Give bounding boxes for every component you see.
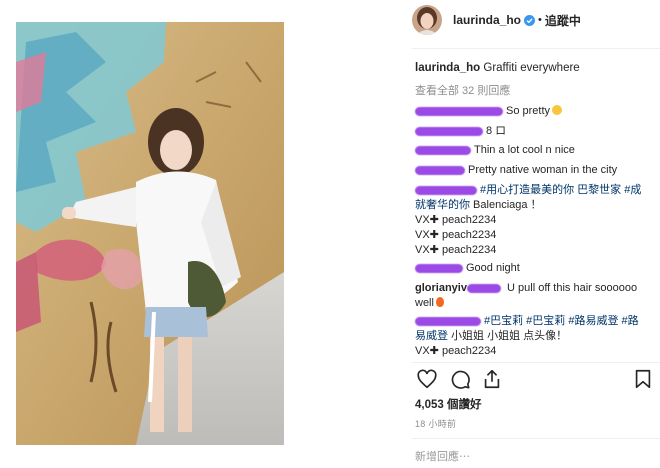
heart-icon[interactable] — [416, 368, 438, 390]
redacted-username — [466, 283, 501, 293]
avatar[interactable] — [412, 5, 442, 35]
like-count[interactable]: 4,053 個讚好 — [415, 396, 481, 412]
comment-hashtags[interactable]: #巴宝莉 #巴宝莉 #路易威登 #路 — [484, 315, 639, 327]
add-comment-input[interactable]: 新增回應⋯ — [415, 448, 470, 464]
bookmark-icon[interactable] — [632, 368, 654, 390]
divider — [412, 362, 660, 363]
comment: Good night — [415, 261, 655, 276]
comment: Thin a lot cool n nice — [415, 143, 655, 158]
redacted-username — [415, 126, 483, 136]
comment-line: VX✚ peach2234 — [415, 229, 497, 241]
post-photo[interactable] — [16, 22, 284, 445]
redacted-username — [415, 185, 477, 195]
action-bar — [414, 368, 660, 392]
verified-badge-icon — [524, 14, 536, 26]
caption: laurinda_ho Graffiti everywhere — [415, 62, 580, 74]
comment: So pretty — [415, 104, 655, 119]
post-header: laurinda_ho • 追蹤中 — [412, 3, 660, 37]
separator-dot: • — [538, 14, 542, 26]
caption-username[interactable]: laurinda_ho — [415, 62, 480, 74]
comment-text: Balenciaga ！ — [470, 199, 542, 211]
comment: #用心打造最美的你 巴黎世家 #成 就奢华的你 Balenciaga ！ VX✚… — [415, 183, 655, 258]
timestamp[interactable]: 18 小時前 — [415, 417, 456, 430]
comment-hashtag[interactable]: 就奢华的你 — [415, 199, 470, 211]
comment: 8 ロ — [415, 124, 655, 139]
redacted-username — [415, 316, 481, 326]
comment-hashtag[interactable]: 易威登 — [415, 330, 448, 342]
share-icon[interactable] — [481, 368, 503, 390]
redacted-username — [415, 106, 503, 116]
smile-emoji-icon — [552, 105, 563, 115]
comment-text: Pretty native woman in the city — [468, 164, 618, 176]
comment-icon[interactable] — [449, 368, 471, 390]
comment: #巴宝莉 #巴宝莉 #路易威登 #路 易威登 小姐姐 小姐姐 点头像！ VX✚ … — [415, 314, 655, 359]
redacted-username — [415, 145, 471, 155]
comment-hashtags[interactable]: #用心打造最美的你 巴黎世家 #成 — [480, 184, 641, 196]
caption-text: Graffiti everywhere — [483, 62, 580, 74]
divider — [412, 48, 660, 49]
view-all-comments-link[interactable]: 查看全部 32 則回應 — [415, 82, 510, 98]
comment-line: VX✚ peach2234 — [415, 345, 497, 357]
comment-text: So pretty — [506, 105, 551, 117]
redacted-username — [415, 263, 463, 273]
comment-text: well — [415, 297, 434, 309]
post-sidebar: laurinda_ho • 追蹤中 laurinda_ho Graffiti e… — [412, 0, 660, 468]
fire-emoji-icon — [435, 297, 444, 307]
divider — [412, 438, 660, 439]
comment-line: VX✚ peach2234 — [415, 244, 497, 256]
comment-text: Thin a lot cool n nice — [474, 144, 575, 156]
comment: glorianyiv U pull off this hair soooooo … — [415, 281, 655, 311]
comment-username[interactable]: glorianyiv — [415, 282, 467, 294]
graffiti-photo — [16, 22, 284, 445]
comment-text: Good night — [466, 262, 520, 274]
redacted-username — [415, 165, 465, 175]
comment-text: U pull off this hair soooooo — [507, 282, 638, 294]
comment-line: VX✚ peach2234 — [415, 214, 497, 226]
comment: Pretty native woman in the city — [415, 163, 655, 178]
avatar-image-icon — [412, 5, 442, 35]
follow-button[interactable]: 追蹤中 — [545, 12, 581, 29]
comment-text: 8 ロ — [486, 125, 507, 137]
username[interactable]: laurinda_ho — [453, 13, 521, 27]
comment-text: 小姐姐 小姐姐 点头像！ — [448, 330, 568, 342]
